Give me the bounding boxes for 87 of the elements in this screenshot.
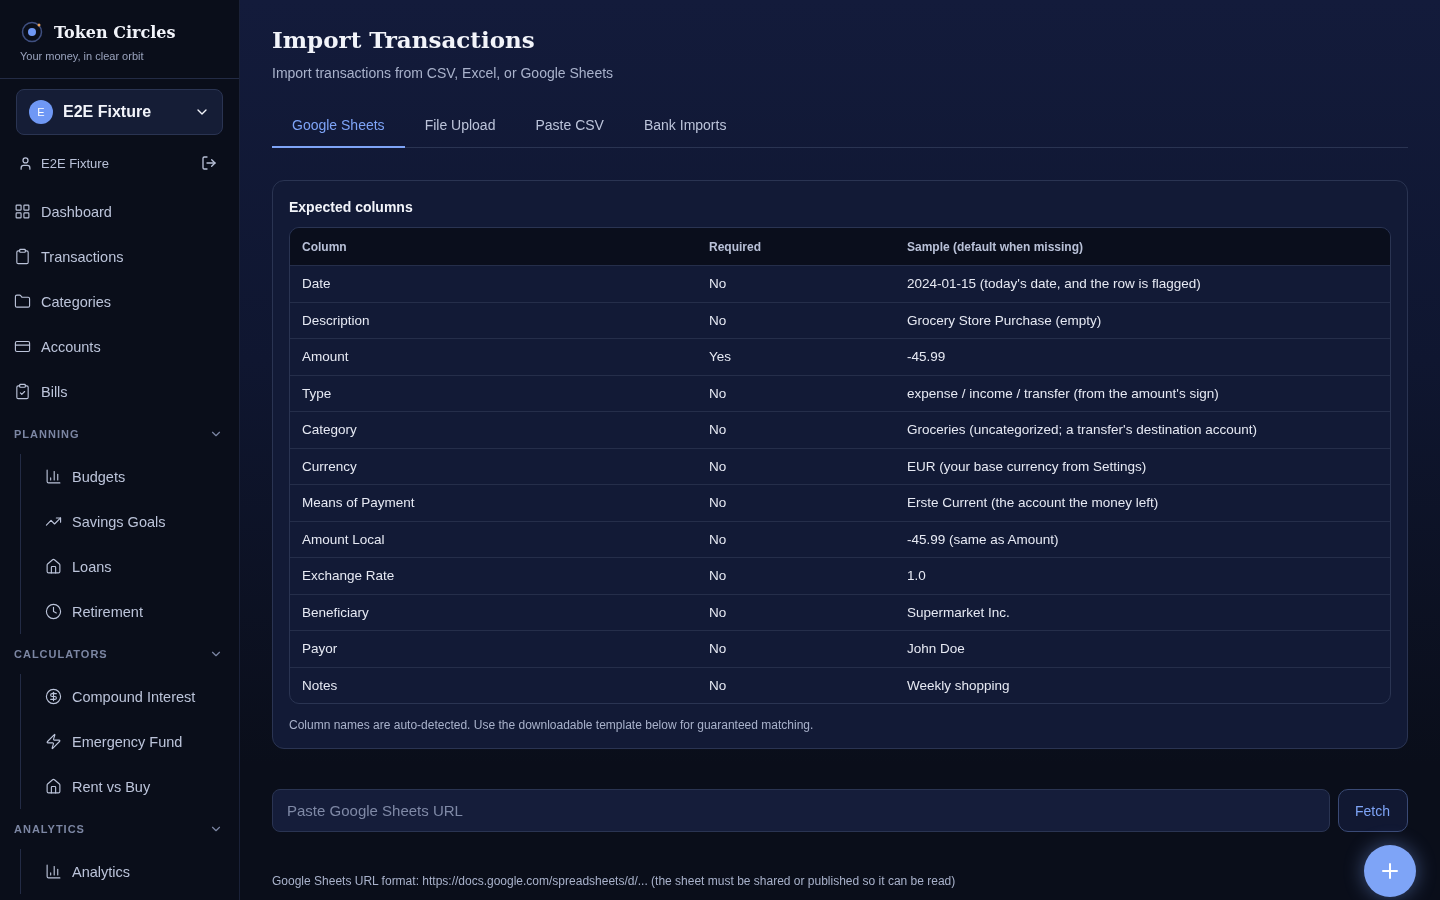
nav-icon [45,863,62,880]
table-cell: Erste Current (the account the money left) [895,484,1390,521]
table-cell: No [697,265,895,302]
nav-item[interactable]: Retirement [31,589,239,634]
table-cell: Description [290,301,697,338]
tab[interactable]: Paste CSV [515,105,624,148]
table-cell: Weekly shopping [895,666,1390,703]
nav-item[interactable]: Savings Goals [31,499,239,544]
nav-item[interactable]: Analytics [31,849,239,894]
table-cell: No [697,630,895,667]
nav-item[interactable]: Dashboard [0,189,239,234]
table-cell: -45.99 (same as Amount) [895,520,1390,557]
page-title: Import Transactions [272,26,536,53]
logo-icon [20,20,44,44]
nav-icon [45,558,62,575]
column-header: Required [697,228,895,265]
tab[interactable]: File Upload [404,105,516,148]
table-cell: No [697,593,895,630]
table-cell: Currency [290,447,697,484]
fetch-button[interactable]: Fetch [1338,789,1408,832]
table-cell: No [697,666,895,703]
nav-item[interactable]: Compound Interest [31,674,239,719]
nav-icon [14,293,31,310]
section-header[interactable]: CALCULATORS [0,634,239,674]
nav-icon [14,383,31,400]
url-hint: Google Sheets URL format: https://docs.google.com/spreadsheets/d/... (the sheet must be shared or published so it can be read) [272,874,957,888]
column-header: Sample (default when missing) [895,228,1390,265]
table-cell: Means of Payment [290,484,697,521]
nav-icon [14,338,31,355]
table-cell: Supermarket Inc. [895,593,1390,630]
user-icon [18,155,33,171]
table-cell: Beneficiary [290,593,697,630]
nav-icon [45,733,62,750]
user-name: E2E Fixture [41,155,110,171]
nav-item[interactable]: Rent vs Buy [31,764,239,809]
table-cell: Amount Local [290,520,697,557]
table-cell: Notes [290,666,697,703]
workspace-selector[interactable]: E E2E Fixture [16,89,223,135]
nav-item[interactable]: Categories [0,279,239,324]
table-cell: Groceries (uncategorized; a transfer's destination account) [895,411,1390,448]
nav-icon [45,468,62,485]
section-header[interactable]: PLANNING [0,414,239,454]
table-cell: Exchange Rate [290,557,697,594]
table-cell: expense / income / transfer (from the amount's sign) [895,374,1390,411]
table-cell: Category [290,411,697,448]
nav-item[interactable]: Accounts [0,324,239,369]
nav-icon [45,603,62,620]
table-cell: EUR (your base currency from Settings) [895,447,1390,484]
card-title: Expected columns [289,199,414,215]
table-cell: Type [290,374,697,411]
tab[interactable]: Bank Imports [623,105,747,148]
table-cell: No [697,484,895,521]
table-cell: No [697,557,895,594]
brand-tagline: Your money, in clear orbit [20,50,145,62]
table-cell: No [697,301,895,338]
url-field[interactable]: Paste Google Sheets URL [272,789,1330,832]
table-cell: Date [290,265,697,302]
nav-icon [45,688,62,705]
table-cell: No [697,374,895,411]
column-header: Column [290,228,697,265]
nav-item[interactable]: Transactions [0,234,239,279]
table-cell: John Doe [895,630,1390,667]
table-cell: Grocery Store Purchase (empty) [895,301,1390,338]
tab[interactable]: Google Sheets [272,105,405,148]
table-cell: Yes [697,338,895,375]
logout-icon[interactable] [201,155,217,171]
table-cell: 2024-01-15 (today's date, and the row is flagged) [895,265,1390,302]
card-note: Column names are auto-detected. Use the downloadable template below for guaranteed matching. [289,718,815,732]
nav-icon [14,203,31,220]
brand-name: Token Circles [54,22,176,42]
table-cell: Amount [290,338,697,375]
nav-icon [45,778,62,795]
nav-item[interactable]: Emergency Fund [31,719,239,764]
nav-item[interactable]: Budgets [31,454,239,499]
nav-item[interactable]: Loans [31,544,239,589]
table-cell: No [697,520,895,557]
section-header[interactable]: ANALYTICS [0,809,239,849]
table-cell: No [697,447,895,484]
table-cell: -45.99 [895,338,1390,375]
workspace-avatar: E [29,100,53,124]
table-cell: Payor [290,630,697,667]
table-cell: No [697,411,895,448]
nav-item[interactable]: Bills [0,369,239,414]
page-subtitle: Import transactions from CSV, Excel, or Google Sheets [272,65,615,81]
table-cell: 1.0 [895,557,1390,594]
nav-icon [14,248,31,265]
add-button[interactable] [1364,845,1416,897]
